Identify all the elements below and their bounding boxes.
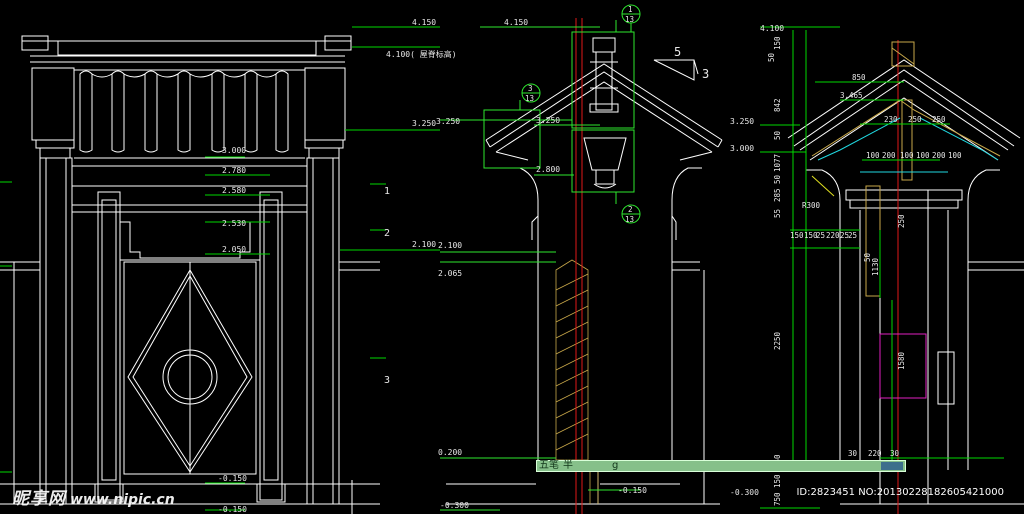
dim-250c: 250 [897, 214, 906, 228]
elev-right-m0300: -0.300 [730, 488, 759, 497]
elev-left-2050: 2.050 [222, 245, 246, 254]
elev-left-3000: 3.000 [222, 146, 246, 155]
elev-left-2100: 2.100 [412, 240, 436, 249]
elev-left-4150: 4.150 [412, 18, 436, 27]
cad-drawing-canvas[interactable]: 4.150 4.100( 屋脊标高) 3.250 3.000 2.780 2.5… [0, 0, 1024, 514]
dim-220b: 220 [868, 449, 882, 458]
elev-left-3250: 3.250 [412, 119, 436, 128]
ime-status-bar[interactable]: 五笔 半 g [536, 460, 906, 472]
elev-left-m0150a: -0.150 [218, 474, 247, 483]
ime-input-text[interactable]: g [612, 461, 618, 471]
ime-mode-label[interactable]: 五笔 [539, 461, 559, 471]
dim-50a: 50 [767, 52, 776, 62]
elev-mid-m0300: -0.300 [440, 501, 469, 510]
axis-marker-2: 2 [384, 228, 390, 239]
elev-mid-0200: 0.200 [438, 448, 462, 457]
dim-250b: 250 [932, 115, 946, 124]
elev-left-2530: 2.530 [222, 219, 246, 228]
dim-220: 220 [826, 231, 840, 240]
dim-285: 285 [773, 188, 782, 202]
dim-150: 150 [773, 36, 782, 50]
ime-toolbar-icon[interactable] [881, 462, 903, 470]
callout-1-sheet: 13 [625, 15, 634, 24]
axis-marker-1: 1 [384, 186, 390, 197]
dim-200a: 200 [882, 151, 896, 160]
callout-3-num: 3 [528, 84, 533, 93]
elev-mid-2800: 2.800 [536, 165, 560, 174]
elev-mid-4150: 4.150 [504, 18, 528, 27]
watermark-id: ID:2823451 NO:20130228182605421000 [796, 487, 1004, 498]
dim-842: 842 [773, 98, 782, 112]
dim-3465: 3.465 [840, 91, 863, 100]
dim-25a: 25 [816, 231, 825, 240]
elev-left-2580: 2.580 [222, 186, 246, 195]
watermark-logo: 昵享网 www.nipic.cn [12, 484, 175, 509]
dim-100b: 100 [900, 151, 914, 160]
dim-100a: 100 [866, 151, 880, 160]
dim-25c: 25 [848, 231, 857, 240]
dim-30a: 30 [848, 449, 858, 458]
dim-750: 750 [773, 492, 782, 506]
dim-850: 850 [852, 73, 866, 82]
dim-200b: 200 [932, 151, 946, 160]
axis-marker-3: 3 [384, 375, 390, 386]
elev-right-3250: 3.250 [730, 117, 754, 126]
elev-right-4100: 4.100 [760, 24, 784, 33]
slope-run: 3 [702, 67, 709, 81]
elev-mid-2100: 2.100 [438, 241, 462, 250]
watermark-url: www.nipic.cn [70, 492, 175, 508]
elev-left-m0150b: -0.150 [218, 505, 247, 514]
slope-rise: 5 [674, 45, 681, 59]
dim-150b: 150 [790, 231, 804, 240]
elev-right-3000: 3.000 [730, 144, 754, 153]
dim-50c: 50 [773, 174, 782, 184]
elev-mid-3250b: 3.250 [536, 116, 560, 125]
dim-1130: 1130 [871, 257, 880, 276]
elev-mid-2065: 2.065 [438, 269, 462, 278]
elev-mid-m0150: -0.150 [618, 486, 647, 495]
elev-left-4100: 4.100( 屋脊标高) [386, 49, 457, 59]
dim-30b: 30 [890, 449, 900, 458]
dim-150d: 150 [773, 474, 782, 488]
callout-2-num: 2 [628, 205, 633, 214]
dim-2250: 2250 [773, 331, 782, 350]
callout-3-sheet: 13 [525, 94, 534, 103]
dim-1580: 1580 [897, 351, 906, 370]
dim-100d: 100 [948, 151, 962, 160]
callout-1-num: 1 [628, 5, 633, 14]
dim-r300: R300 [802, 201, 821, 210]
dim-1077: 1077 [773, 154, 782, 172]
elev-left-2780: 2.780 [222, 166, 246, 175]
dim-50d: 50 [863, 252, 872, 262]
elev-mid-3250a: 3.250 [436, 117, 460, 126]
ime-width-label[interactable]: 半 [563, 461, 573, 471]
callout-2-sheet: 13 [625, 215, 634, 224]
dim-100c: 100 [916, 151, 930, 160]
dim-50b: 50 [773, 130, 782, 140]
dim-250a: 250 [908, 115, 922, 124]
dim-55: 55 [773, 209, 782, 218]
watermark-logo-text: 昵享网 [12, 489, 66, 509]
dim-230: 230 [884, 115, 898, 124]
